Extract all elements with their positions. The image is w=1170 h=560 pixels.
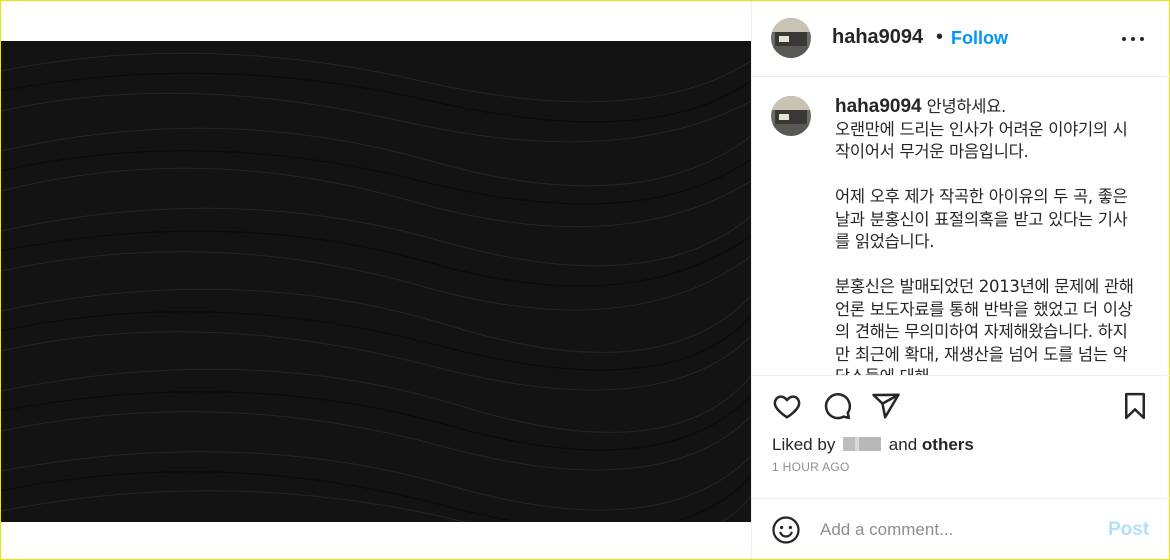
caption-text: 안녕하세요. 오랜만에 드리는 인사가 어려운 이야기의 시작이어서 무거운 마… — [835, 97, 1134, 375]
post-timestamp[interactable]: 1 HOUR AGO — [772, 460, 850, 474]
bookmark-icon[interactable] — [1120, 391, 1150, 421]
post-comment-button[interactable]: Post — [1108, 519, 1149, 541]
comment-bar: Post — [752, 498, 1170, 559]
likes-summary: Liked by and others — [772, 435, 974, 455]
post-actions — [752, 391, 1170, 427]
avatar[interactable] — [771, 18, 811, 58]
caption-area[interactable]: haha9094 안녕하세요. 오랜만에 드리는 인사가 어려운 이야기의 시작… — [752, 78, 1170, 376]
heart-icon[interactable] — [772, 391, 802, 421]
liked-prefix: Liked by — [772, 435, 836, 454]
post-side-panel: haha9094 • Follow haha9094 안녕하세요. 오랜만에 드… — [751, 1, 1170, 559]
follow-button[interactable]: Follow — [951, 28, 1008, 49]
smiley-icon[interactable] — [771, 515, 801, 545]
dark-hair-texture — [1, 41, 751, 522]
caption: haha9094 안녕하세요. 오랜만에 드리는 인사가 어려운 이야기의 시작… — [835, 96, 1140, 375]
liked-and: and — [888, 435, 918, 454]
post-image[interactable] — [1, 41, 751, 522]
separator-dot: • — [936, 26, 944, 48]
more-horizontal-icon[interactable] — [1121, 30, 1145, 48]
post-header: haha9094 • Follow — [752, 1, 1170, 77]
comment-input[interactable] — [820, 517, 1090, 543]
paper-plane-icon[interactable] — [871, 391, 901, 421]
header-username[interactable]: haha9094 — [832, 26, 923, 49]
media-area — [1, 1, 751, 559]
caption-avatar[interactable] — [771, 96, 811, 136]
comment-bubble-icon[interactable] — [822, 391, 852, 421]
liked-others-link[interactable]: others — [922, 435, 974, 454]
blurred-username — [843, 437, 882, 451]
caption-username[interactable]: haha9094 — [835, 96, 922, 117]
